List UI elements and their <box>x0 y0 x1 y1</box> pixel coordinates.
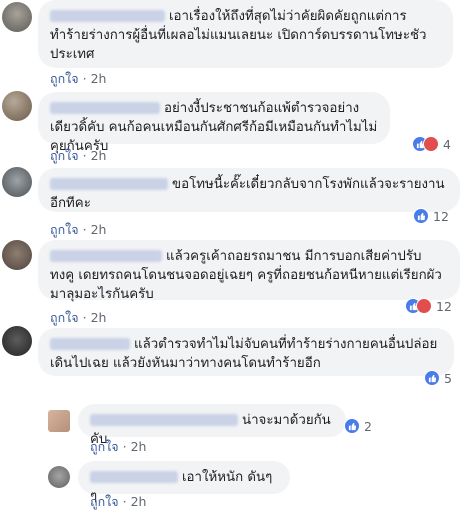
commenter-name[interactable] <box>50 10 165 22</box>
avatar[interactable] <box>48 466 70 488</box>
commenter-name[interactable] <box>90 471 178 483</box>
avatar[interactable] <box>2 91 32 121</box>
like-link[interactable]: ถูกใจ <box>90 494 119 509</box>
haha-icon <box>423 136 439 152</box>
reply-actions: ถูกใจ · 2h <box>90 437 146 457</box>
commenter-name[interactable] <box>50 250 162 262</box>
reaction-summary[interactable]: 2 <box>344 418 372 434</box>
commenter-name[interactable] <box>50 102 160 114</box>
separator-dot: · <box>122 439 127 454</box>
reply-bubble: เอาให้หนัก ดันๆๆ <box>78 461 290 504</box>
separator-dot: · <box>82 148 87 163</box>
separator-dot: · <box>82 222 87 237</box>
comment-actions: ถูกใจ · 2h <box>50 69 106 89</box>
like-link[interactable]: ถูกใจ <box>90 439 119 454</box>
reaction-count: 2 <box>364 418 372 434</box>
comment-time[interactable]: 2h <box>91 71 107 86</box>
reaction-summary[interactable]: 12 <box>413 208 449 224</box>
comment-bubble: อย่างงี้ประชาชนก้อแพ้ตำรวจอย่างเดียวดิ้ค… <box>38 92 390 154</box>
reaction-summary[interactable]: 4 <box>412 136 451 152</box>
comment-time[interactable]: 2h <box>91 148 107 163</box>
reply-actions: ถูกใจ · 2h <box>90 492 146 512</box>
separator-dot: · <box>82 310 87 325</box>
like-icon <box>413 208 429 224</box>
separator-dot: · <box>82 71 87 86</box>
like-link[interactable]: ถูกใจ <box>50 222 79 237</box>
separator-dot: · <box>122 494 127 509</box>
like-icon <box>344 418 360 434</box>
reaction-count: 4 <box>443 136 451 152</box>
like-link[interactable]: ถูกใจ <box>50 310 79 325</box>
comment-actions: ถูกใจ · 2h <box>50 220 106 240</box>
like-link[interactable]: ถูกใจ <box>50 148 79 163</box>
comment-bubble: ขอโทษนี้ะคั๊ะเดี๋ยวกลับจากโรงพักแล้วจะรา… <box>38 168 460 212</box>
reaction-summary[interactable]: 12 <box>405 298 452 314</box>
like-link[interactable]: ถูกใจ <box>50 71 79 86</box>
comment-bubble: แล้วครูเค้าถอยรถมาชน มีการบอกเสียค่าปรับ… <box>38 240 460 302</box>
comment-time[interactable]: 2h <box>91 222 107 237</box>
reaction-count: 5 <box>444 370 452 386</box>
comment-time[interactable]: 2h <box>91 310 107 325</box>
commenter-name[interactable] <box>90 414 238 426</box>
avatar[interactable] <box>2 167 32 197</box>
comment-bubble: เอาเรื่องให้ถึงที่สุดไม่ว่าคัยผิดคัยถูกแ… <box>38 0 453 68</box>
reaction-summary[interactable]: 5 <box>424 370 452 386</box>
avatar[interactable] <box>2 326 32 356</box>
comment-bubble: แล้วตำรวจทำไมไม่จับคนที่ทำร้ายร่างกายคนอ… <box>38 328 454 376</box>
angry-icon <box>416 298 432 314</box>
avatar[interactable] <box>2 2 32 32</box>
comment-actions: ถูกใจ · 2h <box>50 308 106 328</box>
avatar[interactable] <box>2 240 32 270</box>
reply-bubble: น่าจะมาด้วยกันคับ <box>78 404 346 447</box>
like-icon <box>424 370 440 386</box>
avatar[interactable] <box>48 410 70 432</box>
commenter-name[interactable] <box>50 338 130 350</box>
commenter-name[interactable] <box>50 178 168 190</box>
reply-time[interactable]: 2h <box>131 439 147 454</box>
comment-actions: ถูกใจ · 2h <box>50 146 106 166</box>
reaction-count: 12 <box>436 298 452 314</box>
reply-time[interactable]: 2h <box>131 494 147 509</box>
reaction-count: 12 <box>433 208 449 224</box>
